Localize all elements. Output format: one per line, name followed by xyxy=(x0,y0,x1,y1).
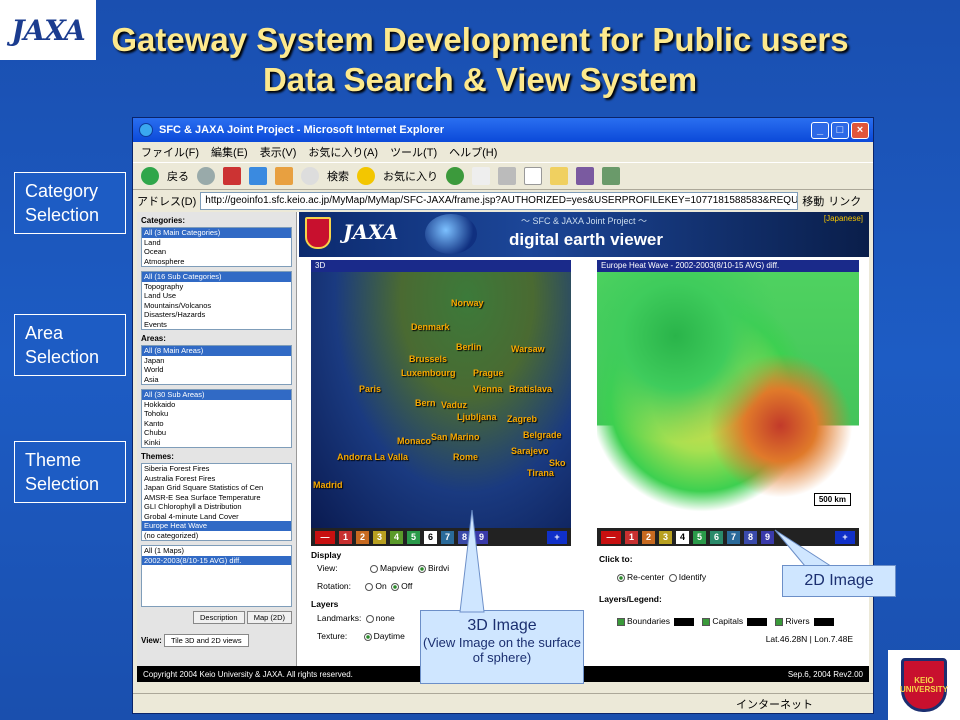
2d-image-callout: 2D Image xyxy=(782,565,896,597)
callout-pointers xyxy=(459,509,842,613)
